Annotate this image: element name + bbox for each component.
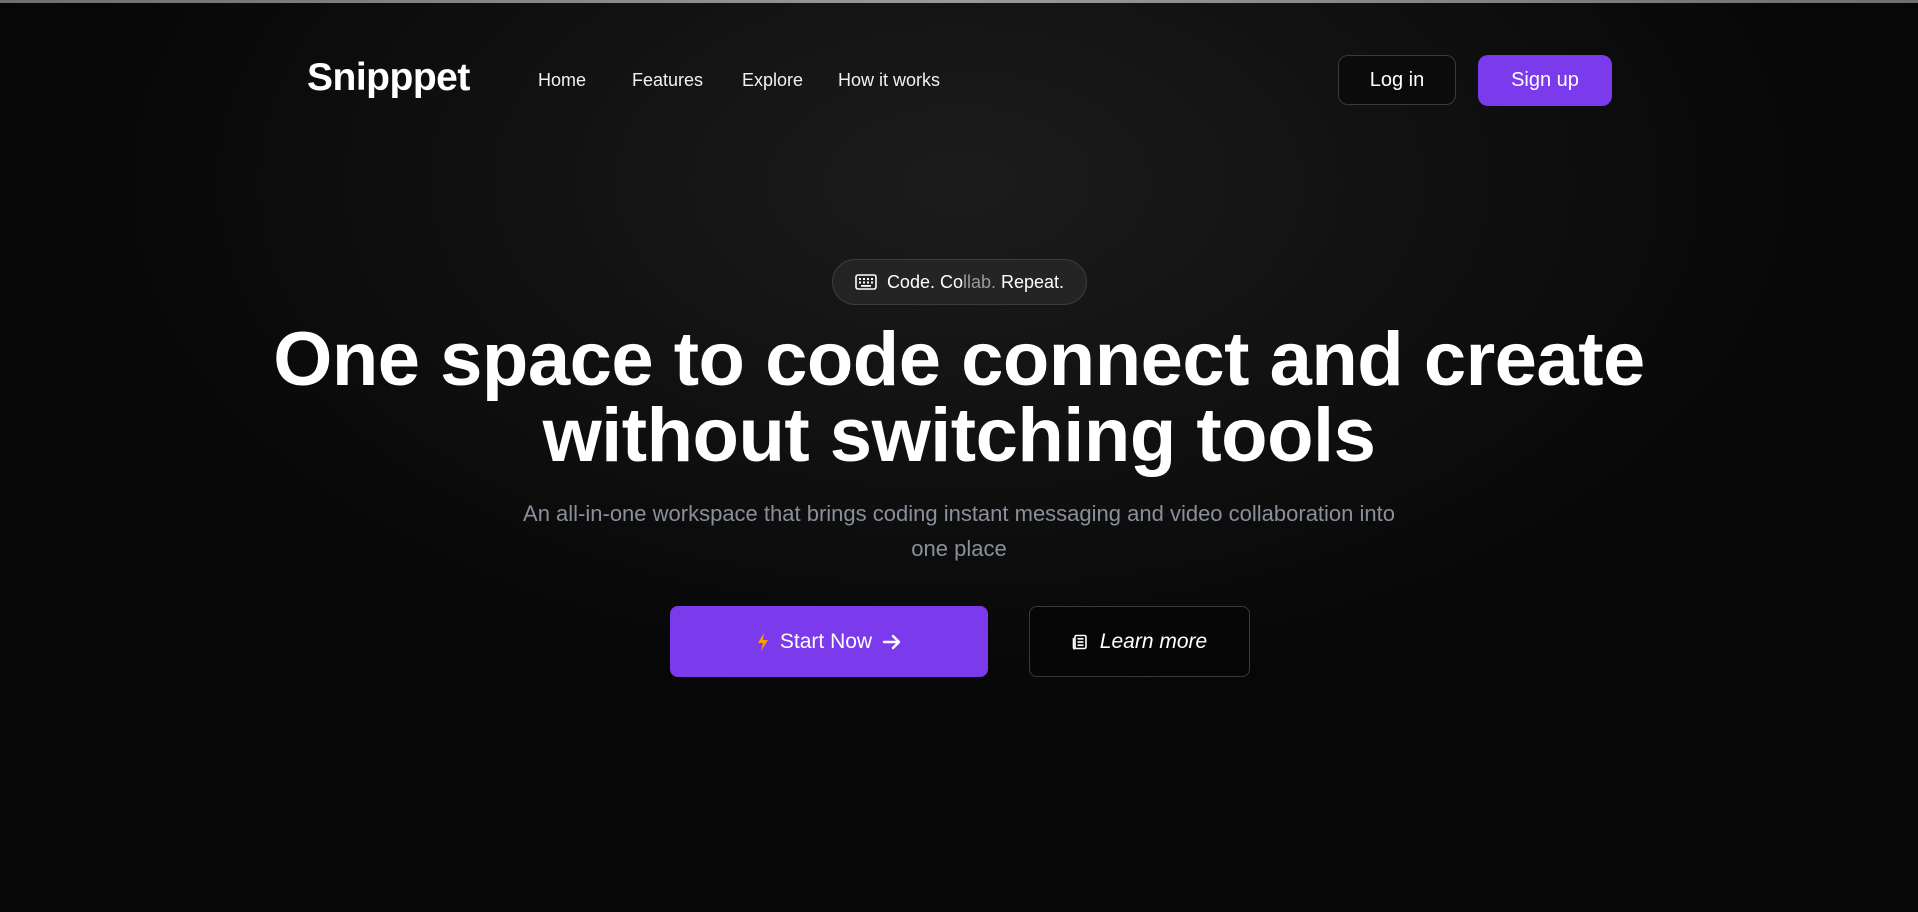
start-now-button[interactable]: Start Now — [670, 606, 988, 677]
logo[interactable]: Snipppet — [307, 56, 470, 100]
learn-more-button[interactable]: Learn more — [1029, 606, 1250, 677]
arrow-right-icon — [882, 633, 902, 651]
keyboard-icon — [855, 273, 877, 291]
start-now-label: Start Now — [779, 629, 873, 653]
lightning-icon — [756, 632, 770, 652]
page: Snipppet Home Features Explore How it wo… — [0, 0, 1918, 912]
headline-line-1: One space to code connect and create — [273, 317, 1645, 402]
document-icon — [1072, 634, 1088, 650]
hero-subtitle: An all-in-one workspace that brings codi… — [523, 501, 1395, 561]
hero-headline: One space to code connect and create wit… — [0, 322, 1918, 474]
navbar: Snipppet Home Features Explore How it wo… — [0, 0, 1918, 140]
nav-link-how-it-works[interactable]: How it works — [838, 70, 940, 91]
nav-link-explore[interactable]: Explore — [742, 70, 803, 91]
tagline-text: Code. Collab. Repeat. — [886, 271, 1065, 292]
signup-button[interactable]: Sign up — [1478, 55, 1612, 106]
tagline-badge: Code. Collab. Repeat. — [832, 259, 1087, 305]
nav-link-home[interactable]: Home — [538, 70, 586, 91]
learn-more-label: Learn more — [1099, 629, 1208, 653]
login-button[interactable]: Log in — [1338, 55, 1456, 105]
nav-link-features[interactable]: Features — [632, 70, 703, 91]
headline-line-2: without switching tools — [542, 393, 1376, 478]
